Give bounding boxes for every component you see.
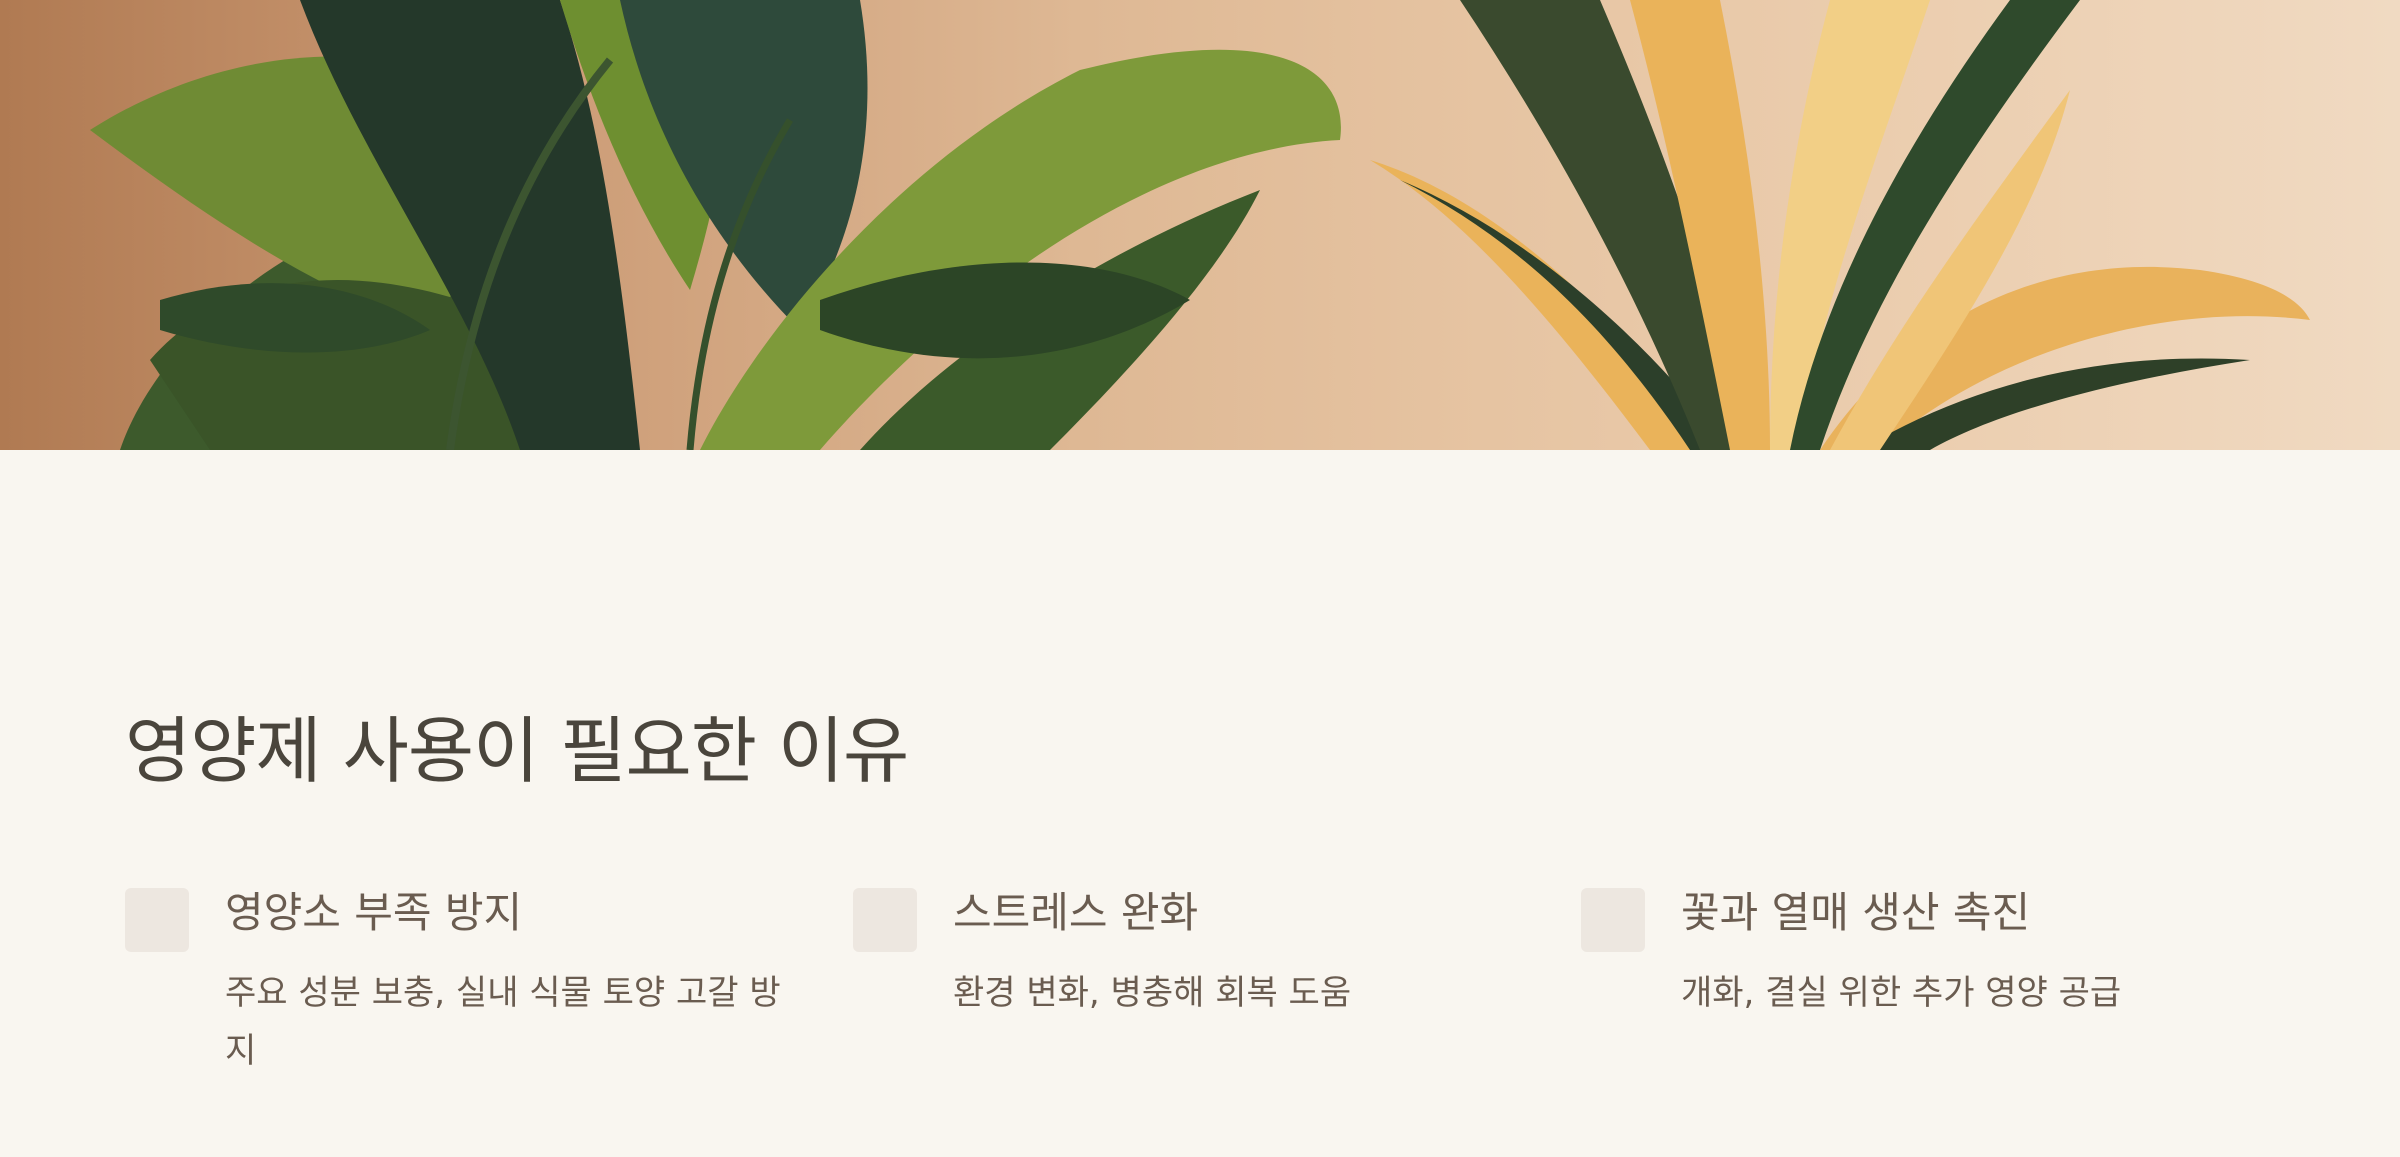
card-heading: 영양소 부족 방지: [225, 888, 523, 937]
hero-plant-image: [0, 0, 2400, 450]
dracaena-plant: [1370, 0, 2310, 450]
card-description: 환경 변화, 병충해 회복 도움: [953, 973, 1352, 1013]
square-icon: [125, 888, 189, 952]
card-description: 주요 성분 보충, 실내 식물 토양 고갈 방지: [225, 973, 781, 1071]
card-heading: 꽃과 열매 생산 촉진: [1681, 888, 2031, 937]
card-description: 개화, 결실 위한 추가 영양 공급: [1681, 973, 2122, 1013]
fiddle-leaf-plant: [90, 0, 1341, 450]
card-heading: 스트레스 완화: [953, 888, 1199, 937]
square-icon: [853, 888, 917, 952]
square-icon: [1581, 888, 1645, 952]
section-title: 영양제 사용이 필요한 이유: [125, 709, 909, 793]
reasons-section: 영양제 사용이 필요한 이유 영양소 부족 방지 주요 성분 보충, 실내 식물…: [0, 450, 2400, 1157]
